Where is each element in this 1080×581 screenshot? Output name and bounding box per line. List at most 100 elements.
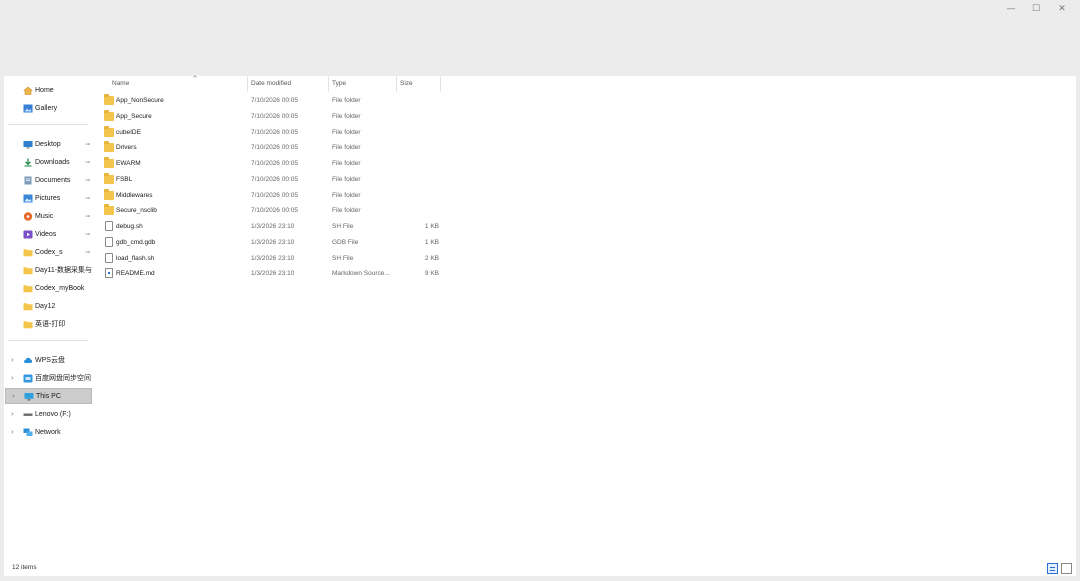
nav-item-wps-cloud[interactable]: › WPS云盘 [5, 352, 92, 368]
minimize-button[interactable]: — [998, 2, 1024, 16]
file-type: GDB File [332, 238, 359, 246]
file-type: File folder [332, 160, 361, 167]
pictures-icon [23, 194, 33, 203]
file-date-modified: 7/10/2026 00:05 [251, 112, 298, 120]
folder-icon [104, 204, 114, 216]
close-button[interactable]: ✕ [1049, 2, 1075, 16]
details-view-button[interactable] [1047, 563, 1058, 574]
expand-chevron-icon[interactable]: › [11, 428, 14, 436]
nav-item-day11[interactable]: Day11-数据采集与 [5, 262, 92, 278]
maximize-button[interactable]: ☐ [1023, 2, 1049, 16]
nav-item-documents[interactable]: Documents ⊸ [5, 172, 92, 188]
file-type: File folder [332, 112, 361, 120]
nav-item-label: Downloads [35, 158, 70, 166]
nav-item-videos[interactable]: Videos ⊸ [5, 226, 92, 242]
nav-item-english-print[interactable]: 英语-打印 [5, 316, 92, 332]
item-count: 12 items [12, 564, 37, 571]
cloud-icon [23, 356, 33, 365]
nav-item-label: Videos [35, 230, 57, 238]
file-date-modified: 1/3/2026 23:10 [251, 223, 295, 230]
column-divider[interactable] [328, 76, 329, 92]
file-size: 2 KB [424, 254, 439, 262]
file-type: File folder [332, 191, 361, 199]
nav-item-lenovo-drive[interactable]: › Lenovo (F:) [5, 406, 92, 422]
folder-icon [104, 141, 114, 153]
drive-icon [23, 410, 33, 419]
file-type: File folder [332, 207, 361, 215]
expand-chevron-icon[interactable]: › [11, 410, 14, 418]
nav-item-home[interactable]: Home [5, 82, 92, 98]
file-row[interactable]: Drivers 7/10/2026 00:05 File folder [102, 140, 442, 155]
folder-icon [104, 172, 114, 184]
folder-icon [23, 302, 33, 311]
file-row[interactable]: App_NonSecure 7/10/2026 00:05 File folder [102, 93, 442, 108]
file-name: cubeIDE [116, 128, 141, 136]
sync-drive-icon [23, 374, 33, 383]
nav-item-network[interactable]: › Network [5, 424, 92, 440]
nav-separator [8, 340, 88, 341]
file-row[interactable]: FSBL 7/10/2026 00:05 File folder [102, 172, 442, 187]
file-row[interactable]: Middlewares 7/10/2026 00:05 File folder [102, 188, 442, 203]
column-header-date[interactable]: Date modified [251, 76, 327, 92]
file-row[interactable]: README.md 1/3/2026 23:10 Markdown Source..… [102, 266, 442, 281]
expand-chevron-icon[interactable]: › [11, 374, 14, 382]
folder-icon [104, 125, 114, 137]
file-name: App_NonSecure [116, 97, 164, 104]
file-list: Name ^ Date modified Type Size App_NonSe… [94, 75, 1076, 556]
markdown-file-icon [105, 268, 113, 279]
folder-icon [104, 94, 114, 105]
nav-item-gallery[interactable]: Gallery [5, 100, 92, 116]
nav-item-label: Codex_myBook [35, 284, 85, 292]
file-row[interactable]: App_Secure 7/10/2026 00:05 File folder [102, 109, 442, 124]
file-name: Secure_nsclib [116, 207, 157, 215]
nav-item-downloads[interactable]: Downloads ⊸ [5, 154, 92, 170]
column-header-size[interactable]: Size [400, 76, 440, 92]
file-row[interactable]: gdb_cmd.gdb 1/3/2026 23:10 GDB File 1 KB [102, 235, 442, 250]
nav-item-label: 英语-打印 [35, 321, 66, 328]
tiles-view-button[interactable] [1061, 563, 1072, 574]
expand-chevron-icon[interactable]: › [11, 356, 14, 364]
nav-item-label: Desktop [35, 140, 61, 148]
home-icon [23, 86, 33, 95]
file-name: EWARM [116, 160, 141, 167]
nav-item-this-pc[interactable]: › This PC [5, 388, 92, 404]
file-row[interactable]: EWARM 7/10/2026 00:05 File folder [102, 156, 442, 171]
file-name: Drivers [116, 144, 137, 152]
gallery-icon [23, 104, 33, 113]
file-name: load_flash.sh [116, 254, 155, 262]
column-divider[interactable] [247, 76, 248, 92]
nav-item-label: Network [35, 428, 61, 436]
folder-icon [23, 284, 33, 293]
nav-item-music[interactable]: Music ⊸ [5, 208, 92, 224]
pin-icon: ⊸ [85, 194, 91, 202]
column-header-type[interactable]: Type [332, 76, 396, 92]
nav-item-baidu-sync[interactable]: › 百度网盘同步空间 [5, 370, 92, 386]
nav-item-label: Day11-数据采集与 [35, 267, 92, 274]
file-row[interactable]: debug.sh 1/3/2026 23:10 SH File 1 KB [102, 219, 442, 234]
nav-item-codex-mybook[interactable]: Codex_myBook [5, 280, 92, 296]
nav-item-label: Lenovo (F:) [35, 410, 71, 418]
folder-icon [104, 109, 114, 121]
nav-item-day12[interactable]: Day12 [5, 298, 92, 314]
expand-chevron-icon[interactable]: › [12, 392, 15, 400]
column-divider[interactable] [440, 76, 441, 92]
file-row[interactable]: load_flash.sh 1/3/2026 23:10 SH File 2 KB [102, 251, 442, 266]
file-row[interactable]: cubeIDE 7/10/2026 00:05 File folder [102, 125, 442, 140]
file-name: README.md [116, 270, 155, 278]
nav-item-label: Documents [35, 176, 71, 184]
file-row[interactable]: Secure_nsclib 7/10/2026 00:05 File folder [102, 203, 442, 218]
file-date-modified: 7/10/2026 00:05 [251, 128, 298, 136]
column-divider[interactable] [396, 76, 397, 92]
file-type: File folder [332, 128, 361, 136]
file-name: App_Secure [116, 112, 152, 120]
nav-item-label: 百度网盘同步空间 [35, 375, 91, 382]
nav-item-pictures[interactable]: Pictures ⊸ [5, 190, 92, 206]
nav-item-codex-s[interactable]: Codex_s ⊸ [5, 244, 92, 260]
file-date-modified: 1/3/2026 23:10 [251, 270, 295, 278]
file-type: File folder [332, 144, 361, 152]
nav-item-desktop[interactable]: Desktop ⊸ [5, 136, 92, 152]
file-date-modified: 1/3/2026 23:10 [251, 238, 295, 246]
pin-icon: ⊸ [85, 158, 91, 166]
column-header-name[interactable]: Name ^ [112, 75, 248, 92]
documents-icon [23, 176, 33, 185]
